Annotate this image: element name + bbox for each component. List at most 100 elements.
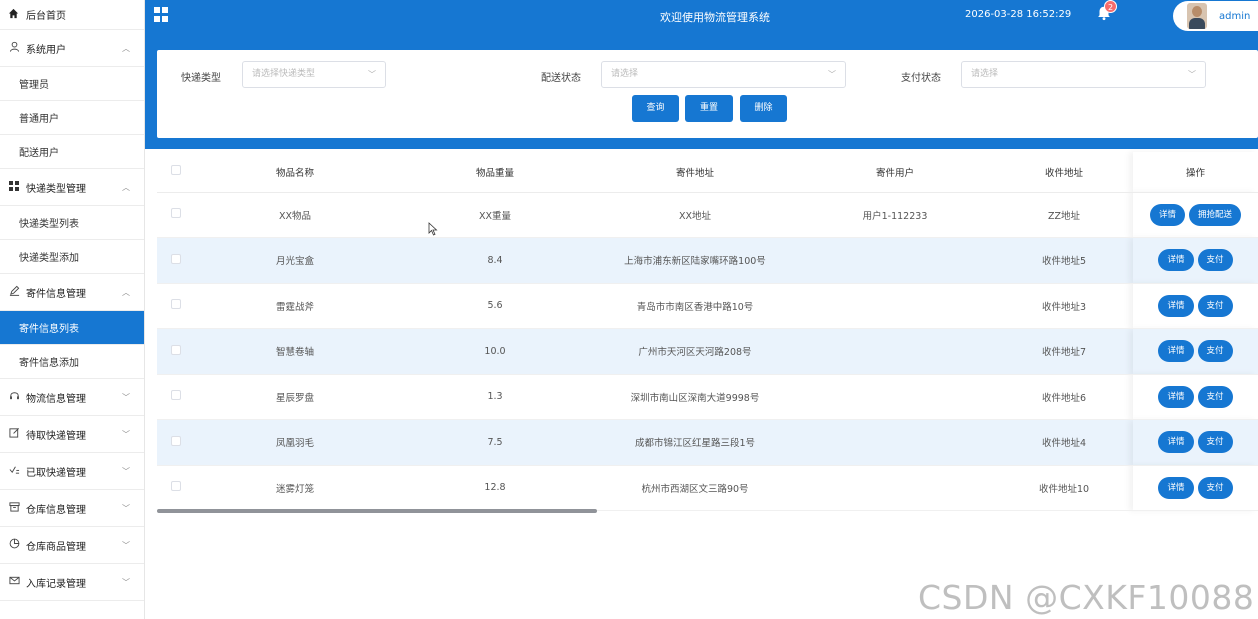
item-name-cell: 凤凰羽毛 — [195, 419, 395, 466]
detail-button[interactable]: 详情 — [1158, 294, 1194, 317]
detail-button[interactable]: 详情 — [1158, 340, 1194, 363]
sidebar-group-warehouse-info[interactable]: 仓库信息管理 ﹀ — [0, 490, 144, 527]
row-checkbox[interactable] — [171, 208, 181, 219]
sidebar-group-shipment-info[interactable]: 寄件信息管理 ︿ — [0, 274, 144, 311]
detail-button[interactable]: 详情 — [1158, 476, 1194, 499]
delivery-status-placeholder: 请选择 — [611, 69, 639, 79]
sidebar-group-label: 寄件信息管理 — [26, 288, 86, 300]
detail-button[interactable]: 详情 — [1158, 249, 1194, 272]
select-all-checkbox[interactable] — [171, 165, 181, 176]
sidebar-item-express-type-list[interactable]: 快递类型列表 — [0, 206, 144, 240]
detail-button[interactable]: 详情 — [1158, 385, 1194, 408]
search-panel: 快递类型 请选择快递类型 ﹀ 配送状态 请选择 ﹀ 支付状态 请选择 ﹀ 查询 … — [157, 50, 1258, 138]
row-checkbox[interactable] — [171, 344, 181, 355]
detail-button[interactable]: 详情 — [1149, 203, 1185, 226]
edit-icon — [8, 285, 20, 299]
column-header[interactable]: 寄件用户 — [795, 152, 995, 193]
grid-icon — [8, 180, 20, 194]
sidebar-item-express-type-add[interactable]: 快递类型添加 — [0, 240, 144, 274]
sender-address-cell: 广州市天河区天河路208号 — [595, 328, 795, 375]
chevron-down-icon: ﹀ — [1188, 70, 1196, 79]
sidebar-item-delivery-users[interactable]: 配送用户 — [0, 135, 144, 169]
pay-button[interactable]: 支付 — [1197, 340, 1233, 363]
query-button[interactable]: 查询 — [632, 95, 679, 122]
sidebar-item-normal-users[interactable]: 普通用户 — [0, 101, 144, 135]
row-checkbox[interactable] — [171, 390, 181, 401]
item-weight-cell: 10.0 — [395, 328, 595, 375]
sender-address-cell: 深圳市南山区深南大道9998号 — [595, 374, 795, 420]
reset-button[interactable]: 重置 — [685, 95, 733, 122]
column-header: 操作 — [1133, 152, 1258, 193]
sidebar-group-label: 物流信息管理 — [26, 393, 86, 405]
app-root: 后台首页 系统用户 ︿ 管理员 普通用户 配送用户 快递类型管理 ︿ 快递类型列… — [0, 0, 1258, 619]
sidebar-group-express-types[interactable]: 快递类型管理 ︿ — [0, 169, 144, 206]
sidebar-home[interactable]: 后台首页 — [0, 0, 144, 30]
sidebar-group-label: 已取快递管理 — [26, 467, 86, 479]
sidebar-group-label: 仓库商品管理 — [26, 541, 86, 553]
sidebar-item-admin[interactable]: 管理员 — [0, 67, 144, 101]
sender-address-cell: 青岛市市南区香港中路10号 — [595, 283, 795, 329]
sidebar-group-inbound-records[interactable]: 入库记录管理 ﹀ — [0, 564, 144, 601]
item-weight-cell: 7.5 — [395, 419, 595, 466]
user-menu[interactable]: admin — [1173, 1, 1258, 31]
pay-button[interactable]: 支付 — [1197, 294, 1233, 317]
payment-status-label: 支付状态 — [901, 73, 941, 84]
top-header: 欢迎使用物流管理系统 2026-03-28 16:52:29 2 admin — [145, 0, 1258, 32]
table-row: 智慧卷轴 10.0 广州市天河区天河路208号 收件地址7 详情 支付 — [157, 328, 1258, 375]
pay-button[interactable]: 支付 — [1197, 385, 1233, 408]
horizontal-scrollbar[interactable] — [157, 509, 597, 513]
chevron-up-icon: ︿ — [122, 43, 130, 53]
table-header-row: 物品名称 物品重量 寄件地址 寄件用户 收件地址 操作 — [157, 152, 1258, 193]
pay-button[interactable]: 支付 — [1197, 249, 1233, 272]
pay-button[interactable]: 支付 — [1197, 431, 1233, 454]
sidebar-group-system-users[interactable]: 系统用户 ︿ — [0, 30, 144, 67]
chevron-up-icon: ︿ — [122, 287, 130, 297]
column-header[interactable]: 物品名称 — [195, 152, 395, 193]
sidebar-group-label: 仓库信息管理 — [26, 504, 86, 516]
check-icon — [8, 464, 20, 478]
sender-user-cell — [795, 283, 995, 329]
table-row: 雷霆战斧 5.6 青岛市市南区香港中路10号 收件地址3 详情 支付 — [157, 283, 1258, 329]
payment-status-select[interactable]: 请选择 ﹀ — [961, 61, 1206, 88]
sender-address-cell: 上海市浦东新区陆家嘴环路100号 — [595, 237, 795, 284]
actions-cell: 详情 支付 — [1133, 328, 1258, 375]
user-icon — [8, 41, 20, 55]
sidebar-item-shipment-list[interactable]: 寄件信息列表 — [0, 311, 144, 345]
chevron-down-icon: ﹀ — [122, 466, 130, 476]
sidebar-group-logistics-info[interactable]: 物流信息管理 ﹀ — [0, 379, 144, 416]
sidebar-item-shipment-add[interactable]: 寄件信息添加 — [0, 345, 144, 379]
row-checkbox[interactable] — [171, 299, 181, 310]
column-header[interactable]: 物品重量 — [395, 152, 595, 193]
grab-delivery-button[interactable]: 拥抢配送 — [1189, 203, 1242, 226]
item-weight-cell: 1.3 — [395, 374, 595, 420]
chevron-down-icon: ﹀ — [122, 429, 130, 439]
delivery-status-select[interactable]: 请选择 ﹀ — [601, 61, 846, 88]
header-datetime: 2026-03-28 16:52:29 — [965, 9, 1072, 20]
sender-user-cell: 用户1-112233 — [795, 192, 995, 238]
table-row: 凤凰羽毛 7.5 成都市锦江区红星路三段1号 收件地址4 详情 支付 — [157, 419, 1258, 466]
detail-button[interactable]: 详情 — [1158, 431, 1194, 454]
sender-address-cell: 杭州市西湖区文三路90号 — [595, 465, 795, 511]
pay-button[interactable]: 支付 — [1197, 476, 1233, 499]
row-checkbox[interactable] — [171, 481, 181, 492]
item-name-cell: 月光宝盒 — [195, 237, 395, 284]
receiver-address-cell: 收件地址6 — [995, 374, 1133, 420]
item-name-cell: 星辰罗盘 — [195, 374, 395, 420]
row-checkbox[interactable] — [171, 435, 181, 446]
express-type-select[interactable]: 请选择快递类型 ﹀ — [242, 61, 386, 88]
page-title: 欢迎使用物流管理系统 — [660, 11, 770, 24]
chevron-down-icon: ﹀ — [828, 70, 836, 79]
sidebar-group-warehouse-goods[interactable]: 仓库商品管理 ﹀ — [0, 527, 144, 564]
column-header[interactable]: 寄件地址 — [595, 152, 795, 193]
column-header[interactable]: 收件地址 — [995, 152, 1133, 193]
select-all-cell — [157, 152, 195, 193]
actions-cell: 详情 拥抢配送 — [1133, 192, 1258, 238]
row-checkbox[interactable] — [171, 253, 181, 264]
sender-user-cell — [795, 419, 995, 466]
sidebar-group-label: 快递类型管理 — [26, 183, 86, 195]
sidebar-group-pending-pickup[interactable]: 待取快递管理 ﹀ — [0, 416, 144, 453]
delete-button[interactable]: 删除 — [740, 95, 787, 122]
sidebar-group-picked-up[interactable]: 已取快递管理 ﹀ — [0, 453, 144, 490]
chevron-down-icon: ﹀ — [122, 503, 130, 513]
chevron-down-icon: ﹀ — [122, 577, 130, 587]
